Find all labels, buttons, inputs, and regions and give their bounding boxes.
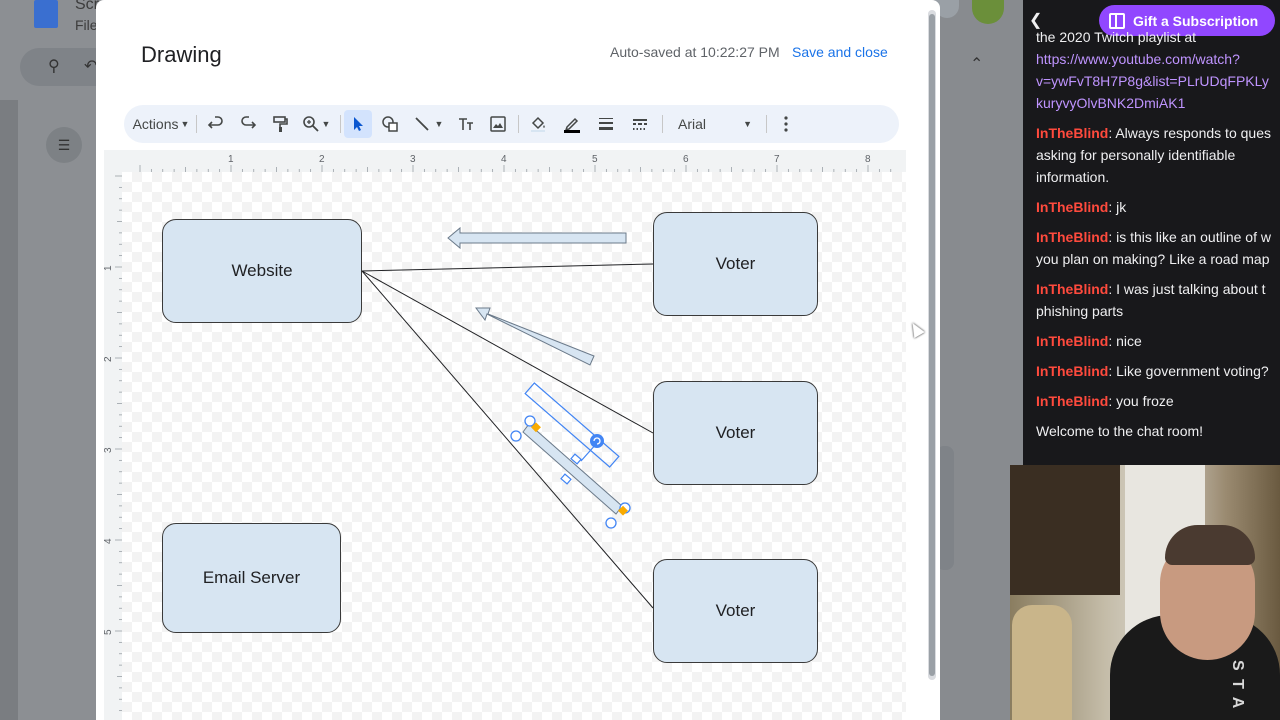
ruler-label: 1 xyxy=(104,265,114,271)
chat-text: asking for personally identifiable xyxy=(1036,147,1236,163)
ruler-ticks-vertical: 1 2 3 4 5 xyxy=(104,175,122,712)
file-menu: File xyxy=(75,17,98,33)
ruler-label: 1 xyxy=(228,154,234,165)
docs-left-margin xyxy=(0,100,18,720)
text-box-icon[interactable] xyxy=(452,110,480,138)
chat-text: : jk xyxy=(1108,199,1127,215)
chat-username[interactable]: InTheBlind xyxy=(1036,281,1108,297)
chat-text: information. xyxy=(1036,169,1110,185)
drawing-dialog: Drawing Auto-saved at 10:22:27 PM Save a… xyxy=(96,0,940,720)
webcam-chair xyxy=(1012,605,1072,720)
dialog-title: Drawing xyxy=(141,42,222,67)
chat-link-line-1[interactable]: https://www.youtube.com/watch? xyxy=(1036,48,1280,70)
undo-icon[interactable] xyxy=(202,110,230,138)
chat-link-line-2[interactable]: v=ywFvT8H7P8g&list=PLrUDqFPKLy xyxy=(1036,70,1280,92)
chat-username[interactable]: InTheBlind xyxy=(1036,125,1108,141)
ruler-label: 4 xyxy=(501,154,507,165)
caret-down-icon: ▼ xyxy=(180,119,190,129)
actions-label: Actions xyxy=(132,116,179,132)
zoom-icon[interactable]: ▼ xyxy=(298,110,334,138)
chat-text: : is this like an outline of w xyxy=(1108,229,1271,245)
save-and-close-button[interactable]: Save and close xyxy=(792,44,888,60)
chat-message: InTheBlind: Always responds to ques aski… xyxy=(1036,122,1280,188)
chat-username[interactable]: InTheBlind xyxy=(1036,363,1108,379)
fill-color-icon[interactable] xyxy=(524,110,552,138)
border-weight-icon[interactable] xyxy=(592,110,620,138)
shape-website[interactable]: Website xyxy=(162,219,362,323)
chat-text: : Always responds to ques xyxy=(1108,125,1271,141)
search-menus-icon: ⚲ xyxy=(48,58,60,75)
shape-voter-1[interactable]: Voter xyxy=(653,212,818,316)
zoom-caret-icon: ▼ xyxy=(321,119,331,129)
separator xyxy=(518,115,519,133)
ruler-ticks: 1 2 3 4 5 6 7 8 xyxy=(139,154,892,172)
chat-message: the 2020 Twitch playlist at https://www.… xyxy=(1036,26,1280,114)
autosave-status: Auto-saved at 10:22:27 PM xyxy=(610,44,780,60)
ruler-horizontal: 1 2 3 4 5 6 7 8 xyxy=(104,150,906,172)
ruler-label: 3 xyxy=(104,447,114,453)
chevron-up-icon: ⌃ xyxy=(970,56,984,73)
chat-username[interactable]: InTheBlind xyxy=(1036,229,1108,245)
separator xyxy=(766,115,767,133)
shape-voter-3[interactable]: Voter xyxy=(653,559,818,663)
shirt-text: S T A xyxy=(1229,660,1246,711)
chat-text: you plan on making? Like a road map xyxy=(1036,251,1270,267)
more-icon[interactable] xyxy=(776,110,796,138)
border-dash-icon[interactable] xyxy=(626,110,654,138)
ruler-label: 5 xyxy=(104,629,114,635)
chat-welcome: Welcome to the chat room! xyxy=(1036,423,1204,439)
line-caret-icon: ▼ xyxy=(434,119,444,129)
image-icon[interactable] xyxy=(484,110,512,138)
chat-messages: the 2020 Twitch playlist at https://www.… xyxy=(1036,29,1280,450)
webcam-feed: S T A xyxy=(1010,465,1280,720)
ruler-label: 3 xyxy=(410,154,416,165)
chat-username[interactable]: InTheBlind xyxy=(1036,393,1108,409)
webcam-shelf xyxy=(1010,465,1120,595)
redo-icon[interactable] xyxy=(234,110,262,138)
ruler-label: 6 xyxy=(683,154,689,165)
select-icon[interactable] xyxy=(344,110,372,138)
shape-email-server[interactable]: Email Server xyxy=(162,523,341,633)
font-select[interactable]: Arial ▼ xyxy=(672,110,758,138)
chat-text: : you froze xyxy=(1108,393,1174,409)
webcam-person-hair xyxy=(1165,525,1255,565)
chat-username[interactable]: InTheBlind xyxy=(1036,333,1108,349)
separator xyxy=(662,115,663,133)
border-color-icon[interactable] xyxy=(558,110,586,138)
chat-link-line-3[interactable]: kuryvyOlvBNK2DmiAK1 xyxy=(1036,92,1280,114)
chat-message-partial: the 2020 Twitch playlist at xyxy=(1036,29,1197,45)
shape-icon[interactable] xyxy=(376,110,404,138)
chat-text: : Like government voting? xyxy=(1108,363,1269,379)
shape-voter-2[interactable]: Voter xyxy=(653,381,818,485)
actions-menu[interactable]: Actions ▼ xyxy=(132,110,190,138)
chat-text: : I was just talking about t xyxy=(1108,281,1266,297)
chat-message: InTheBlind: nice xyxy=(1036,330,1280,352)
chat-text: phishing parts xyxy=(1036,303,1124,319)
separator xyxy=(340,115,341,133)
ruler-label: 5 xyxy=(592,154,598,165)
chat-message: InTheBlind: I was just talking about t p… xyxy=(1036,278,1280,322)
document-outline-icon: ☰ xyxy=(46,127,82,163)
line-icon[interactable]: ▼ xyxy=(408,110,448,138)
ruler-label: 7 xyxy=(774,154,780,165)
chat-message: InTheBlind: you froze xyxy=(1036,390,1280,412)
docs-logo-icon xyxy=(34,0,58,28)
ruler-vertical: 1 2 3 4 5 xyxy=(104,172,122,720)
drawing-toolbar: Actions ▼ ▼ ▼ Arial ▼ xyxy=(124,105,899,143)
chat-message: InTheBlind: jk xyxy=(1036,196,1280,218)
font-caret-icon: ▼ xyxy=(743,119,752,129)
separator xyxy=(196,115,197,133)
paint-format-icon[interactable] xyxy=(266,110,294,138)
ruler-label: 8 xyxy=(865,154,871,165)
font-name: Arial xyxy=(678,116,707,132)
chat-panel: ❮ Gift a Subscription the 2020 Twitch pl… xyxy=(1023,0,1280,465)
ruler-label: 4 xyxy=(104,538,114,544)
chat-username[interactable]: InTheBlind xyxy=(1036,199,1108,215)
chat-text: : nice xyxy=(1108,333,1142,349)
chat-message: InTheBlind: is this like an outline of w… xyxy=(1036,226,1280,270)
chat-message: InTheBlind: Like government voting? xyxy=(1036,360,1280,382)
ruler-label: 2 xyxy=(104,356,114,362)
scrollbar-thumb[interactable] xyxy=(929,14,935,676)
ruler-label: 2 xyxy=(319,154,325,165)
